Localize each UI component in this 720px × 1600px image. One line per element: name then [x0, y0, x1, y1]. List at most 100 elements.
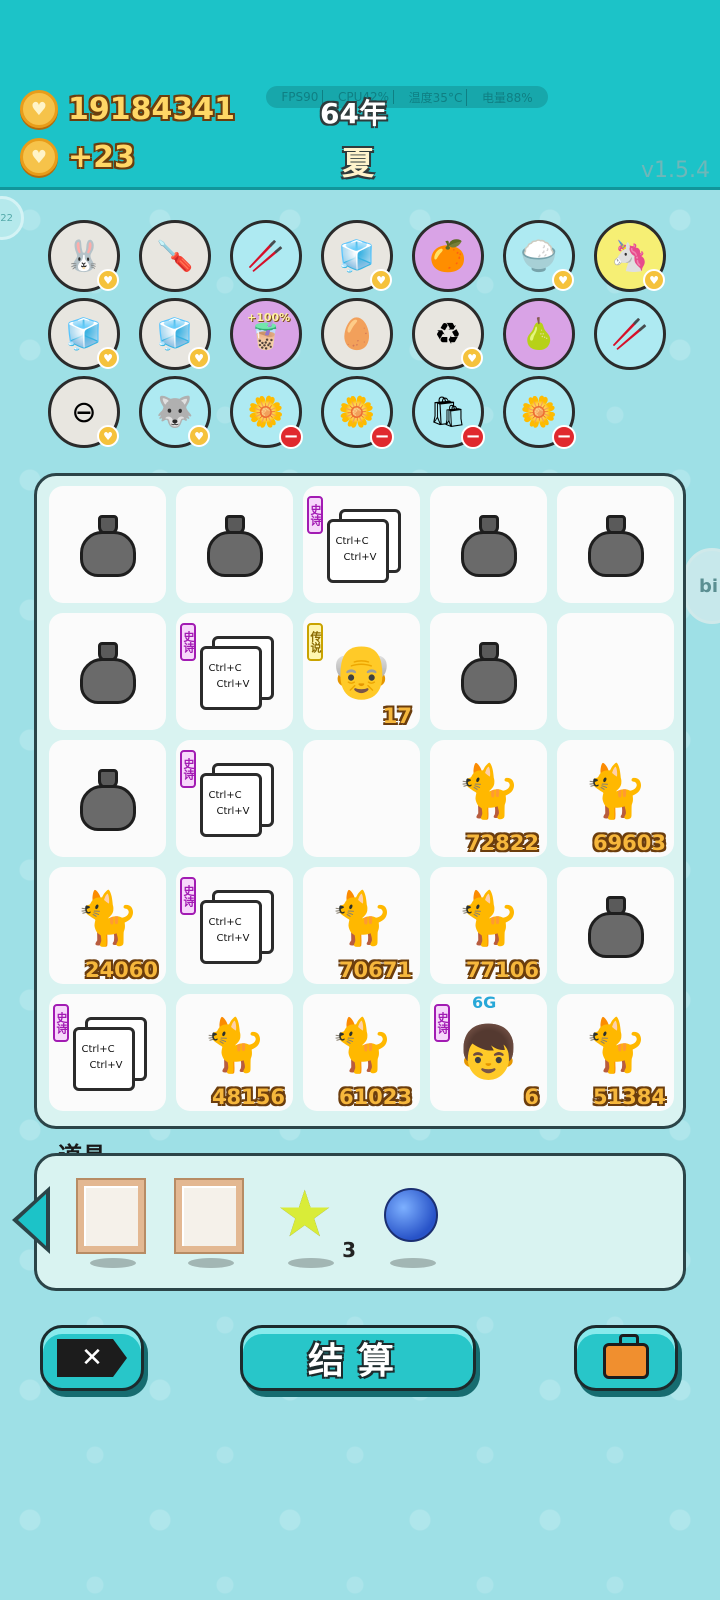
rarity-tag: 史诗: [307, 496, 323, 534]
fps-status: FPS90: [277, 90, 324, 104]
collection-item-chopsticks-icon[interactable]: 🥢: [594, 298, 666, 370]
collection-item-chopsticks-icon[interactable]: 🥢: [230, 220, 302, 292]
husky-dog-icon: 🐺: [156, 394, 194, 430]
collection-item-husky-dog-icon[interactable]: 🐺 ♥: [139, 376, 211, 448]
board-cell-bag[interactable]: [176, 486, 293, 603]
item-star[interactable]: ★ 3: [276, 1180, 356, 1268]
item-blueberry[interactable]: [378, 1180, 446, 1268]
board-cell-face[interactable]: 👴 传说 17: [303, 613, 420, 730]
cat-icon: 🐈: [329, 888, 394, 949]
garbage-bag-icon: [587, 895, 644, 958]
copy-line: Ctrl+C: [335, 535, 369, 547]
collection-item-boba-tea-icon[interactable]: 🧋 +100%: [230, 298, 302, 370]
collection-item-sugar-cubes-icon[interactable]: 🧊 ♥: [139, 298, 211, 370]
collection-item-sugar-cubes-icon[interactable]: 🧊 ♥: [321, 220, 393, 292]
side-menu-button[interactable]: 22: [0, 196, 24, 240]
inventory-button[interactable]: [574, 1325, 678, 1391]
heart-badge-icon: ♥: [461, 347, 483, 369]
collection-item-unicorn-icon[interactable]: 🦄 ♥: [594, 220, 666, 292]
cell-top-label: 6G: [472, 993, 497, 1012]
collection-item-eyepatch-fruit-icon[interactable]: 🍊: [412, 220, 484, 292]
chopsticks-icon: 🥢: [611, 316, 649, 352]
paste-line: Ctrl+V: [343, 551, 377, 563]
board-cell-bag[interactable]: [557, 486, 674, 603]
collection-item-screwdriver-icon[interactable]: 🪛: [139, 220, 211, 292]
board-cell-copy[interactable]: Ctrl+C Ctrl+V 史诗: [49, 994, 166, 1111]
board-cell-copy[interactable]: Ctrl+C Ctrl+V 史诗: [303, 486, 420, 603]
board-cell-cat[interactable]: 🐈 77106: [430, 867, 547, 984]
exit-button[interactable]: ✕: [40, 1325, 144, 1391]
rice-bowl-icon: 🍚: [520, 238, 558, 274]
board-cell-empty[interactable]: [557, 613, 674, 730]
star-count: 3: [342, 1238, 356, 1262]
board-cell-cat[interactable]: 🐈 70671: [303, 867, 420, 984]
board-cell-copy[interactable]: Ctrl+C Ctrl+V 史诗: [176, 867, 293, 984]
collection-item-recycle-icon[interactable]: ♻ ♥: [412, 298, 484, 370]
board-cell-bag[interactable]: [557, 867, 674, 984]
board-cell-empty[interactable]: [303, 740, 420, 857]
board-cell-cat[interactable]: 🐈 61023: [303, 994, 420, 1111]
copy-line: Ctrl+C: [208, 789, 242, 801]
collection-item-potted-flower-icon[interactable]: 🌼 −: [503, 376, 576, 449]
version-label: v1.5.4: [641, 158, 710, 183]
board-cell-cat[interactable]: 🐈 72822: [430, 740, 547, 857]
potted-flower-icon: 🌼: [247, 394, 285, 430]
cat-icon: 🐈: [329, 1015, 394, 1076]
collection-item-rice-bowl-icon[interactable]: 🍚 ♥: [503, 220, 575, 292]
rarity-tag: 史诗: [180, 877, 196, 915]
board-cell-cat[interactable]: 🐈 48156: [176, 994, 293, 1111]
cell-value: 17: [382, 704, 412, 728]
paste-line: Ctrl+V: [89, 1059, 123, 1071]
collection-item-seed-bag-icon[interactable]: 🛍 −: [412, 376, 485, 449]
board-cell-cat[interactable]: 🐈 69603: [557, 740, 674, 857]
collection-item-potted-flower-icon[interactable]: 🌼 −: [321, 376, 394, 449]
collection-item-potted-flower-icon[interactable]: 🌼 −: [230, 376, 303, 449]
battery-status: 电量88%: [481, 90, 533, 105]
paste-line: Ctrl+V: [216, 678, 250, 690]
settle-button[interactable]: 结算: [240, 1325, 476, 1391]
temp-status: 温度35°C: [405, 88, 468, 106]
collection-item-no-entry-icon[interactable]: ⊖ ♥: [48, 376, 120, 448]
recycle-icon: ♻: [434, 316, 462, 352]
item-frame-2[interactable]: [174, 1178, 244, 1268]
copy-line: Ctrl+C: [208, 916, 242, 928]
season-label: 夏: [342, 144, 375, 182]
collection-item-egg-tray-icon[interactable]: 🥚: [321, 298, 393, 370]
board-cell-bag[interactable]: [49, 486, 166, 603]
rarity-tag: 传说: [307, 623, 323, 661]
cell-value: 6: [524, 1085, 539, 1109]
board-cell-bag[interactable]: [430, 613, 547, 730]
unicorn-icon: 🦄: [611, 238, 649, 274]
board-cell-copy[interactable]: Ctrl+C Ctrl+V 史诗: [176, 740, 293, 857]
cat-icon: 🐈: [202, 1015, 267, 1076]
board-cell-cat[interactable]: 🐈 51384: [557, 994, 674, 1111]
heart-badge-icon: ♥: [97, 269, 119, 291]
briefcase-icon: [603, 1334, 649, 1379]
item-frame-1[interactable]: [76, 1178, 146, 1268]
seed-bag-icon: 🛍: [428, 394, 468, 430]
board-cell-bag[interactable]: [430, 486, 547, 603]
collection-item-rabbit-icon[interactable]: 🐰 ♥: [48, 220, 120, 292]
chopsticks-icon: 🥢: [247, 238, 285, 274]
item-shadow: [188, 1258, 234, 1268]
sugar-cubes-icon: 🧊: [338, 238, 376, 274]
cat-icon: 🐈: [456, 888, 521, 949]
items-prev-arrow-fill: [18, 1194, 46, 1246]
collection-item-sugar-cubes-icon[interactable]: 🧊 ♥: [48, 298, 120, 370]
coin-balance: ♥ 19184341: [20, 90, 235, 128]
garbage-bag-icon: [79, 768, 136, 831]
cat-icon: 🐈: [456, 761, 521, 822]
collection-item-pomelo-icon[interactable]: 🍐: [503, 298, 575, 370]
cell-value: 70671: [338, 958, 412, 982]
income-value: +23: [68, 139, 135, 175]
right-float-button[interactable]: bi: [684, 548, 720, 624]
garbage-bag-icon: [587, 514, 644, 577]
board-cell-cat[interactable]: 🐈 24060: [49, 867, 166, 984]
board-cell-face[interactable]: 👦 史诗 6 6G: [430, 993, 547, 1111]
copy-paste-card-icon: Ctrl+C Ctrl+V: [326, 508, 401, 583]
coin-total: 19184341: [68, 91, 235, 127]
potted-flower-icon: 🌼: [338, 394, 376, 430]
board-cell-copy[interactable]: Ctrl+C Ctrl+V 史诗: [176, 613, 293, 730]
board-cell-bag[interactable]: [49, 613, 166, 730]
board-cell-bag[interactable]: [49, 740, 166, 857]
